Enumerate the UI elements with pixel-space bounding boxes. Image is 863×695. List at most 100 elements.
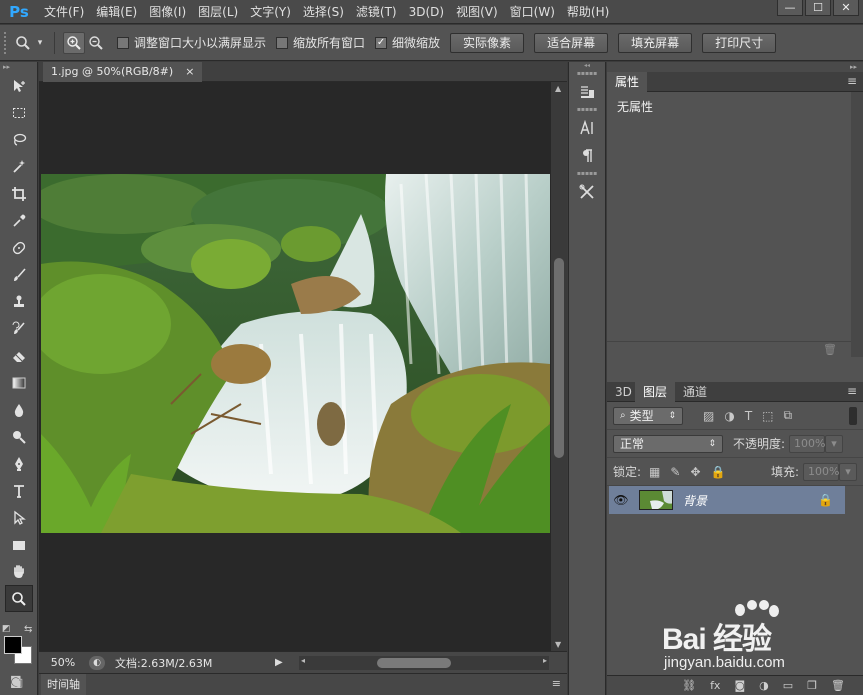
eyedropper-icon[interactable] [0, 207, 38, 234]
menu-3d[interactable]: 3D(D) [403, 0, 450, 24]
clone-stamp-icon[interactable] [0, 288, 38, 315]
blur-tool-icon[interactable] [0, 396, 38, 423]
smart-object-filter-icon[interactable]: ⧉ [784, 408, 793, 423]
maximize-button[interactable]: ☐ [805, 0, 831, 16]
chevron-down-icon[interactable]: ▾ [34, 32, 46, 54]
scroll-left-icon[interactable]: ◂ [301, 656, 305, 665]
toolbar-collapse-icon[interactable]: ▸▸ [0, 62, 37, 72]
dodge-tool-icon[interactable] [0, 423, 38, 450]
scroll-up-icon[interactable]: ▲ [555, 84, 561, 93]
horizontal-scrollbar[interactable]: ◂ ▸ [299, 656, 549, 670]
checkbox-box[interactable] [117, 36, 129, 49]
zoom-out-icon[interactable] [85, 32, 107, 54]
filter-toggle[interactable] [849, 406, 857, 425]
visibility-eye-icon[interactable]: 👁 [609, 493, 633, 507]
options-grip[interactable] [4, 31, 12, 54]
panel-menu-icon[interactable]: ≡ [847, 74, 857, 88]
vertical-scrollbar[interactable]: ▲ ▼ [551, 82, 567, 651]
menu-filter[interactable]: 滤镜(T) [350, 0, 403, 24]
menu-type[interactable]: 文字(Y) [244, 0, 297, 24]
swap-colors-icon[interactable]: ⇆ [24, 624, 32, 635]
zoom-tool-icon[interactable] [5, 585, 33, 612]
rectangle-tool-icon[interactable] [0, 531, 38, 558]
type-tool-icon[interactable] [0, 477, 38, 504]
lock-transparent-icon[interactable]: ▦ [649, 465, 660, 479]
move-tool-icon[interactable] [0, 72, 38, 99]
lasso-tool-icon[interactable] [0, 126, 38, 153]
tab-channels[interactable]: 通道 [675, 382, 715, 402]
crop-tool-icon[interactable] [0, 180, 38, 207]
lock-pixels-icon[interactable]: ✎ [670, 465, 680, 479]
column-collapse-icon[interactable]: ▸▸ [607, 62, 863, 72]
tab-properties[interactable]: 属性 [607, 72, 648, 92]
layer-name[interactable]: 背景 [683, 492, 707, 509]
history-panel-icon[interactable] [569, 78, 605, 106]
menu-file[interactable]: 文件(F) [38, 0, 90, 24]
panel-grip[interactable]: ▪▪▪▪▪ [569, 70, 605, 78]
fill-screen-button[interactable]: 填充屏幕 [618, 32, 693, 53]
pen-tool-icon[interactable] [0, 450, 38, 477]
close-button[interactable]: ✕ [833, 0, 859, 16]
menu-image[interactable]: 图像(I) [143, 0, 192, 24]
panel-grip[interactable]: ▪▪▪▪▪ [569, 170, 605, 178]
zoom-in-icon[interactable] [63, 31, 85, 54]
scroll-right-icon[interactable]: ▸ [543, 656, 547, 665]
layer-item[interactable]: 👁 背景 🔒 [609, 486, 845, 514]
tab-layers[interactable]: 图层 [635, 382, 676, 402]
lock-position-icon[interactable]: ✥ [690, 465, 700, 479]
scrubby-zoom-checkbox[interactable]: ✓ 细微缩放 [375, 34, 440, 51]
minimize-button[interactable]: — [777, 0, 803, 16]
eraser-tool-icon[interactable] [0, 342, 38, 369]
screen-mode-icon[interactable]: ▣ [4, 676, 32, 692]
zoom-all-windows-checkbox[interactable]: 缩放所有窗口 [276, 34, 365, 51]
trash-icon[interactable]: 🗑 [823, 343, 837, 356]
default-colors-icon[interactable]: ◩ [2, 624, 11, 634]
menu-select[interactable]: 选择(S) [297, 0, 350, 24]
gradient-tool-icon[interactable] [0, 369, 38, 396]
magic-wand-icon[interactable] [0, 153, 38, 180]
panel-menu-icon[interactable]: ≡ [847, 384, 857, 398]
opacity-input[interactable]: 100% [789, 434, 826, 453]
brush-tool-icon[interactable] [0, 261, 38, 288]
menu-help[interactable]: 帮助(H) [561, 0, 615, 24]
print-size-button[interactable]: 打印尺寸 [702, 32, 777, 53]
strip-collapse-icon[interactable]: ◂◂ [569, 62, 605, 70]
fit-screen-button[interactable]: 适合屏幕 [534, 32, 609, 53]
scroll-down-icon[interactable]: ▼ [555, 640, 561, 649]
zoom-tool-preset-icon[interactable] [12, 32, 34, 54]
marquee-tool-icon[interactable] [0, 99, 38, 126]
properties-scrollbar[interactable] [851, 92, 863, 357]
document-tab[interactable]: 1.jpg @ 50%(RGB/8#) × [43, 62, 203, 82]
menu-layer[interactable]: 图层(L) [192, 0, 244, 24]
horizontal-scroll-thumb[interactable] [377, 658, 451, 668]
history-brush-icon[interactable] [0, 315, 38, 342]
character-panel-icon[interactable] [569, 114, 605, 142]
pixel-filter-icon[interactable]: ▨ [703, 409, 714, 423]
panel-menu-icon[interactable]: ≡ [552, 677, 561, 690]
close-tab-icon[interactable]: × [185, 62, 194, 82]
status-menu-arrow-icon[interactable]: ▶ [275, 657, 283, 668]
layer-filter-select[interactable]: ⌕ 类型 ⇕ [613, 406, 683, 425]
adjustment-filter-icon[interactable]: ◑ [724, 409, 734, 423]
status-info-icon[interactable]: ◐ [89, 655, 105, 670]
path-selection-icon[interactable] [0, 504, 38, 531]
resize-windows-to-fit-checkbox[interactable]: 调整窗口大小以满屏显示 [117, 34, 266, 51]
tool-presets-icon[interactable] [569, 178, 605, 206]
opacity-dropdown-icon[interactable]: ▾ [825, 434, 844, 453]
panel-grip[interactable]: ▪▪▪▪▪ [569, 106, 605, 114]
lock-all-icon[interactable]: 🔒 [711, 465, 726, 479]
checkbox-box[interactable] [276, 36, 289, 49]
hand-tool-icon[interactable] [0, 558, 38, 585]
checkbox-box-checked[interactable]: ✓ [375, 36, 388, 49]
fill-input[interactable]: 100% [803, 462, 839, 481]
timeline-tab[interactable]: 时间轴 [41, 674, 86, 695]
image-canvas[interactable] [41, 174, 550, 533]
menu-window[interactable]: 窗口(W) [504, 0, 561, 24]
healing-brush-icon[interactable] [0, 234, 38, 261]
zoom-level[interactable]: 50% [39, 656, 87, 669]
menu-edit[interactable]: 编辑(E) [90, 0, 143, 24]
type-filter-icon[interactable]: T [745, 409, 752, 423]
foreground-color-swatch[interactable] [4, 636, 22, 654]
paragraph-panel-icon[interactable] [569, 142, 605, 170]
fill-dropdown-icon[interactable]: ▾ [839, 462, 857, 481]
